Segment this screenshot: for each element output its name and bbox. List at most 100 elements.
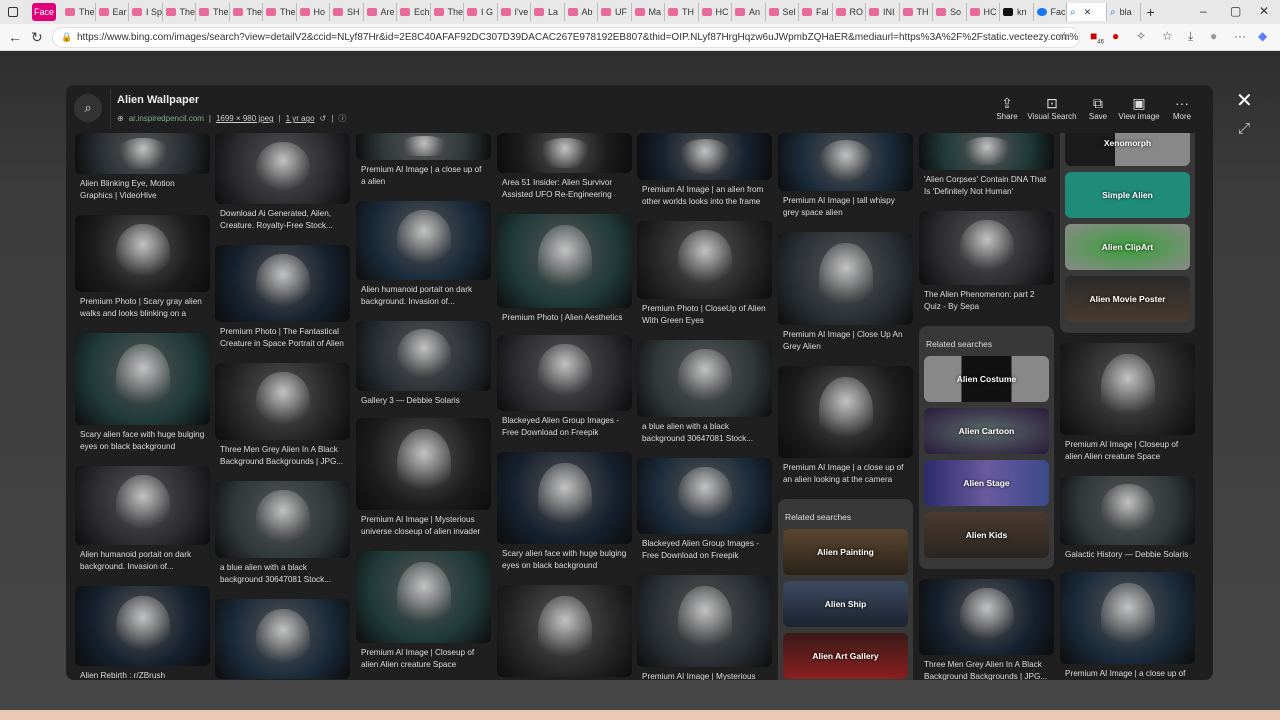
- image-result-card[interactable]: Premium AI Image | Closeup of alien Alie…: [356, 551, 491, 680]
- image-caption[interactable]: Three Men Grey Alien In A Black Backgrou…: [220, 444, 345, 468]
- copilot-icon[interactable]: ◆: [1258, 29, 1267, 43]
- image-result-card[interactable]: 'Alien Corpses' Contain DNA That Is 'Def…: [919, 133, 1054, 211]
- image-result-card[interactable]: Premium Photo | Scary gray alien walks a…: [75, 215, 210, 333]
- image-caption[interactable]: Galactic History — Debbie Solaris: [1065, 549, 1190, 561]
- image-thumbnail[interactable]: [778, 232, 913, 325]
- dimensions-link[interactable]: 1699 × 980 jpeg: [216, 114, 274, 123]
- expand-icon[interactable]: ⤢: [1238, 120, 1250, 137]
- image-caption[interactable]: Alien Blinking Eye, Motion Graphics | Vi…: [80, 178, 205, 202]
- source-link[interactable]: ar.inspiredpencil.com: [129, 114, 204, 123]
- image-thumbnail[interactable]: [215, 481, 350, 558]
- browser-tab[interactable]: An: [732, 3, 766, 21]
- image-thumbnail[interactable]: [919, 211, 1054, 285]
- image-thumbnail[interactable]: [919, 133, 1054, 170]
- browser-tab[interactable]: I've: [498, 3, 531, 21]
- image-result-card[interactable]: [497, 585, 632, 677]
- image-result-card[interactable]: Area 51 Insider: Alien Survivor Assisted…: [497, 133, 632, 214]
- browser-tab[interactable]: Are: [364, 3, 397, 21]
- more-menu-icon[interactable]: ···: [1234, 29, 1246, 43]
- image-caption[interactable]: Scary alien face with huge bulging eyes …: [502, 548, 627, 572]
- refresh-button[interactable]: ↻: [31, 29, 43, 46]
- image-result-card[interactable]: a blue alien with a black background 306…: [215, 481, 350, 599]
- image-caption[interactable]: Area 51 Insider: Alien Survivor Assisted…: [502, 177, 627, 201]
- favorite-star-icon[interactable]: ☆: [1059, 29, 1070, 43]
- image-caption[interactable]: 'Alien Corpses' Contain DNA That Is 'Def…: [924, 174, 1049, 198]
- downloads-icon[interactable]: ⤓: [1188, 29, 1193, 44]
- image-caption[interactable]: The Alien Phenomenon: part 2 Quiz - By S…: [924, 289, 1049, 313]
- related-images-grid[interactable]: Alien Blinking Eye, Motion Graphics | Vi…: [66, 133, 1213, 680]
- browser-tab[interactable]: SH: [330, 3, 364, 21]
- image-caption[interactable]: Premium Photo | The Fantastical Creature…: [220, 326, 345, 350]
- related-search-item[interactable]: Alien Painting: [783, 529, 908, 575]
- image-result-card[interactable]: Premium AI Image | Mysterious: [637, 575, 772, 680]
- close-overlay-button[interactable]: ✕: [1236, 88, 1253, 113]
- browser-tab[interactable]: UF: [598, 3, 632, 21]
- age-link[interactable]: 1 yr ago: [286, 114, 315, 123]
- image-result-card[interactable]: Premium Photo | The Fantastical Creature…: [215, 245, 350, 363]
- related-search-item[interactable]: Alien Cartoon: [924, 408, 1049, 454]
- image-caption[interactable]: Gallery 3 — Debbie Solaris: [361, 395, 486, 407]
- image-thumbnail[interactable]: [1060, 343, 1195, 435]
- browser-tab[interactable]: Ho: [297, 3, 330, 21]
- search-icon[interactable]: ⌕: [74, 94, 102, 122]
- url-input[interactable]: 🔒 https://www.bing.com/images/search?vie…: [52, 27, 1080, 48]
- related-search-item[interactable]: Alien Kids: [924, 512, 1049, 558]
- image-caption[interactable]: Premium AI Image | tall whispy grey spac…: [783, 195, 908, 219]
- image-thumbnail[interactable]: [637, 458, 772, 534]
- image-thumbnail[interactable]: [215, 363, 350, 440]
- image-result-card[interactable]: Premium AI Image | Closeup of alien Alie…: [1060, 343, 1195, 476]
- image-caption[interactable]: Premium Photo | Scary gray alien walks a…: [80, 296, 205, 320]
- extension-icon[interactable]: ■46: [1090, 29, 1104, 45]
- image-thumbnail[interactable]: [637, 221, 772, 299]
- image-result-card[interactable]: Premium AI Image | tall whispy grey spac…: [778, 133, 913, 232]
- image-thumbnail[interactable]: [497, 452, 632, 544]
- browser-tab[interactable]: The: [163, 3, 196, 21]
- browser-tab[interactable]: Sel: [766, 3, 799, 21]
- related-search-item[interactable]: Alien ClipArt: [1065, 224, 1190, 270]
- browser-tab[interactable]: HC: [699, 3, 732, 21]
- related-search-item[interactable]: Xenomorph: [1065, 133, 1190, 166]
- close-window-button[interactable]: ✕: [1259, 4, 1269, 18]
- browser-tab[interactable]: ⌕ bla: [1107, 3, 1141, 21]
- image-thumbnail[interactable]: [637, 133, 772, 180]
- related-search-item[interactable]: Simple Alien: [1065, 172, 1190, 218]
- browser-tab[interactable]: RO: [833, 3, 866, 21]
- image-thumbnail[interactable]: [497, 585, 632, 677]
- image-result-card[interactable]: Premium AI Image | Close Up An Grey Alie…: [778, 232, 913, 366]
- image-caption[interactable]: a blue alien with a black background 306…: [642, 421, 767, 445]
- image-thumbnail[interactable]: [356, 201, 491, 280]
- browser-tab[interactable]: TH: [900, 3, 933, 21]
- image-result-card[interactable]: Alien Rebirth : r/ZBrush: [75, 586, 210, 680]
- image-caption[interactable]: Blackeyed Alien Group Images - Free Down…: [502, 415, 627, 439]
- minimize-button[interactable]: –: [1200, 4, 1207, 18]
- related-search-item[interactable]: Alien Movie Poster: [1065, 276, 1190, 322]
- browser-tab[interactable]: HC: [967, 3, 1000, 21]
- view-image-button[interactable]: ▣ View image: [1118, 95, 1159, 121]
- image-caption[interactable]: Premium AI Image | an alien from other w…: [642, 184, 767, 208]
- image-thumbnail[interactable]: [1060, 476, 1195, 545]
- browser-tab[interactable]: The: [196, 3, 230, 21]
- image-thumbnail[interactable]: [497, 133, 632, 173]
- image-caption[interactable]: Download Ai Generated, Alien, Creature. …: [220, 208, 345, 232]
- image-result-card[interactable]: Blackeyed Alien Group Images - Free Down…: [637, 458, 772, 575]
- info-icon[interactable]: ⓘ: [338, 113, 346, 124]
- site-info-icon[interactable]: 🔒: [61, 28, 72, 47]
- image-result-card[interactable]: Premium AI Image | Mysterious universe c…: [356, 418, 491, 551]
- image-caption[interactable]: Premium AI Image | a close up of a alien: [361, 164, 486, 188]
- image-thumbnail[interactable]: [75, 586, 210, 666]
- related-search-item[interactable]: Alien Ship: [783, 581, 908, 627]
- image-thumbnail[interactable]: [75, 215, 210, 292]
- image-result-card[interactable]: Scary alien face with huge bulging eyes …: [75, 333, 210, 466]
- image-caption[interactable]: Premium Photo | Alien Aesthetics: [502, 312, 627, 324]
- image-caption[interactable]: Scary alien face with huge bulging eyes …: [80, 429, 205, 453]
- adblock-icon[interactable]: ●: [1112, 29, 1119, 43]
- image-caption[interactable]: Alien Rebirth : r/ZBrush: [80, 670, 205, 680]
- image-result-card[interactable]: Alien humanoid portait on dark backgroun…: [356, 201, 491, 321]
- favorites-icon[interactable]: ☆: [1162, 29, 1173, 43]
- browser-tab[interactable]: The: [62, 3, 96, 21]
- image-result-card[interactable]: Blackeyed Alien Group Images - Free Down…: [497, 335, 632, 452]
- image-result-card[interactable]: a blue alien with a black background 306…: [637, 340, 772, 458]
- browser-tab[interactable]: TH: [665, 3, 699, 21]
- image-thumbnail[interactable]: [637, 575, 772, 667]
- image-caption[interactable]: Premium AI Image | a close up of: [1065, 668, 1190, 680]
